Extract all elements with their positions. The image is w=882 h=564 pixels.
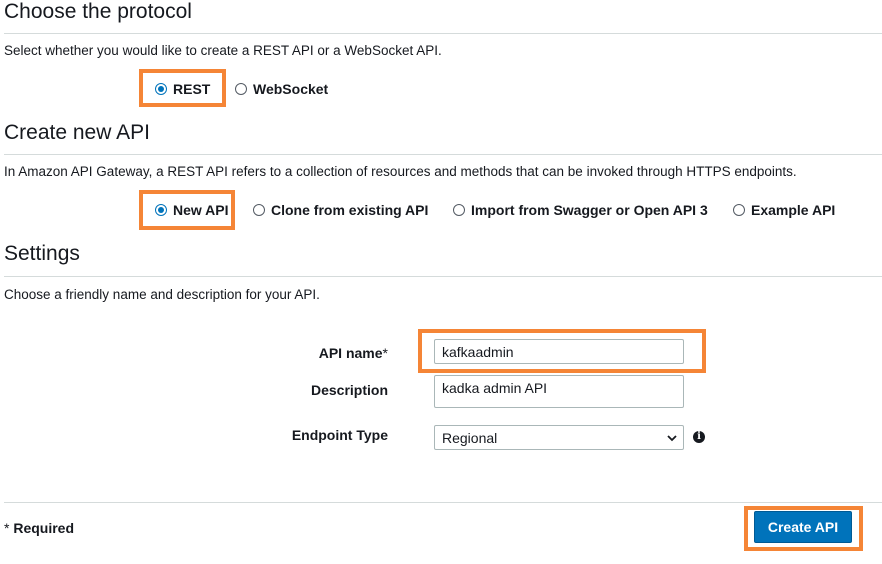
radio-example-api-label: Example API (751, 202, 836, 218)
protocol-divider (4, 33, 882, 34)
radio-websocket-label: WebSocket (253, 81, 329, 97)
description-label: Description (310, 382, 388, 398)
protocol-description: Select whether you would like to create … (4, 43, 442, 58)
create-description: In Amazon API Gateway, a REST API refers… (4, 164, 797, 179)
radio-new-api-control[interactable] (155, 204, 167, 216)
footer-divider (4, 502, 882, 503)
endpoint-type-value: Regional (442, 429, 498, 446)
radio-rest-control[interactable] (155, 83, 167, 95)
create-heading: Create new API (4, 121, 150, 144)
api-name-label: API name* (319, 345, 388, 361)
radio-new-api[interactable]: New API (155, 202, 229, 218)
chevron-down-icon (667, 434, 677, 441)
required-note: * Required (4, 520, 74, 536)
required-star: * (4, 520, 10, 536)
radio-import-swagger-label: Import from Swagger or Open API 3 (471, 202, 708, 218)
radio-clone-api-control[interactable] (253, 204, 265, 216)
info-icon[interactable]: i (693, 431, 705, 443)
radio-import-swagger-control[interactable] (453, 204, 465, 216)
settings-divider (4, 276, 882, 277)
create-divider (4, 154, 882, 155)
radio-import-swagger[interactable]: Import from Swagger or Open API 3 (453, 202, 708, 218)
radio-example-api-control[interactable] (733, 204, 745, 216)
description-textarea[interactable]: kadka admin API (434, 375, 684, 408)
api-name-required-mark: * (382, 345, 388, 361)
endpoint-type-select[interactable]: Regional (434, 425, 684, 450)
radio-example-api[interactable]: Example API (733, 202, 835, 218)
radio-rest[interactable]: REST (155, 81, 210, 97)
radio-clone-api[interactable]: Clone from existing API (253, 202, 428, 218)
protocol-heading: Choose the protocol (4, 0, 192, 23)
api-name-label-text: API name (318, 345, 383, 361)
radio-clone-api-label: Clone from existing API (271, 202, 429, 218)
radio-websocket[interactable]: WebSocket (235, 81, 328, 97)
create-api-button[interactable]: Create API (754, 511, 852, 543)
radio-new-api-label: New API (173, 202, 229, 218)
radio-rest-label: REST (173, 81, 211, 97)
required-text: Required (13, 520, 75, 536)
api-name-input[interactable]: kafkaadmin (434, 339, 684, 364)
endpoint-type-label: Endpoint Type (291, 427, 388, 443)
settings-heading: Settings (4, 242, 80, 265)
radio-websocket-control[interactable] (235, 83, 247, 95)
settings-description: Choose a friendly name and description f… (4, 287, 320, 302)
